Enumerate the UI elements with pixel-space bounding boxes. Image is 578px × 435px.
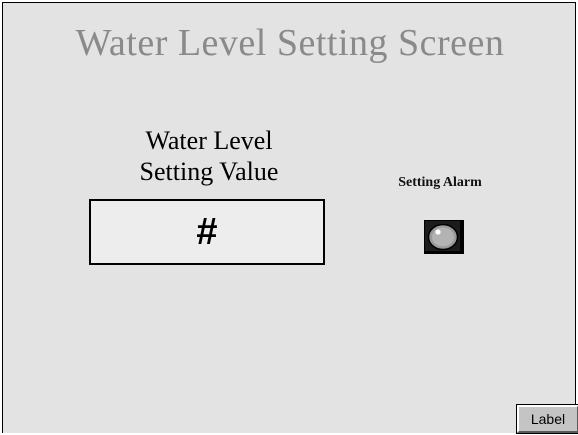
alarm-lamp-icon <box>424 220 466 256</box>
water-level-label-line2: Setting Value <box>139 157 279 186</box>
setting-alarm-label: Setting Alarm <box>398 175 482 190</box>
hmi-screen: Water Level Setting Screen Water Level S… <box>2 2 578 434</box>
water-level-label-line1: Water Level <box>145 126 273 155</box>
water-level-value-input[interactable]: # <box>89 199 325 265</box>
page-title: Water Level Setting Screen <box>75 22 505 64</box>
label-button[interactable]: Label <box>516 404 578 434</box>
water-level-setting-label: Water Level Setting Value <box>91 125 327 187</box>
